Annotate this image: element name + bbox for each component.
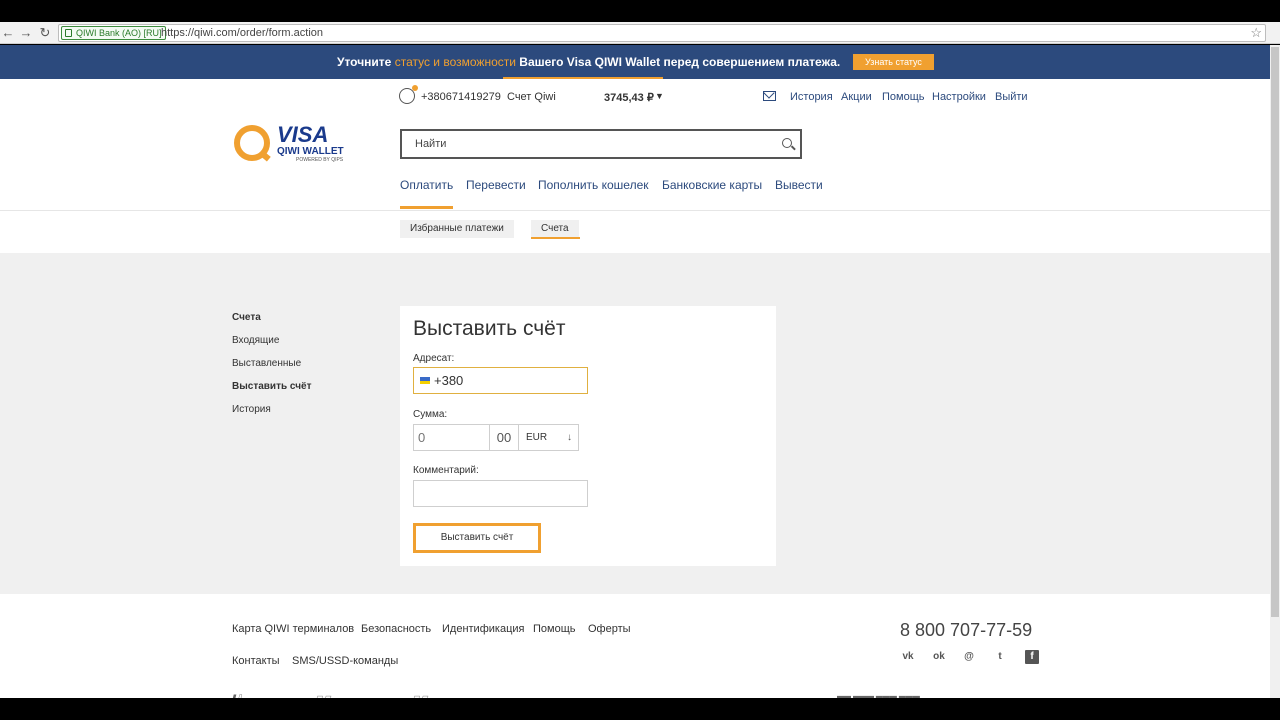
- subtab-active-indicator: [531, 237, 580, 239]
- chevron-down-icon[interactable]: ▼: [655, 91, 664, 101]
- toplink-help[interactable]: Помощь: [882, 91, 925, 103]
- sidebar-heading[interactable]: Счета: [232, 312, 261, 323]
- scrollbar-thumb[interactable]: [1271, 47, 1279, 617]
- secure-label: QIWI Bank (AO) [RU]: [76, 28, 162, 38]
- footer-link-help[interactable]: Помощь: [533, 623, 576, 635]
- secure-badge[interactable]: QIWI Bank (AO) [RU]: [61, 26, 166, 40]
- sidebar-item-create-invoice[interactable]: Выставить счёт: [232, 381, 311, 392]
- url-text[interactable]: https://qiwi.com/order/form.action: [161, 26, 323, 41]
- mail-icon[interactable]: [763, 91, 776, 101]
- logo-visa-text: VISA: [277, 122, 329, 147]
- footer-link-security[interactable]: Безопасность: [361, 623, 431, 635]
- logo-wallet-text: QIWI WALLET: [277, 146, 344, 157]
- page: Уточните статус и возможности Вашего Vis…: [0, 45, 1270, 698]
- user-avatar-icon[interactable]: [399, 85, 418, 104]
- amount-input[interactable]: [418, 425, 486, 450]
- qiwi-logo[interactable]: VISA QIWI WALLET POWERED BY QIPS: [234, 122, 354, 170]
- status-banner: Уточните статус и возможности Вашего Vis…: [0, 45, 1270, 79]
- banner-text: Уточните статус и возможности Вашего Vis…: [337, 55, 840, 69]
- qiwi-q-icon: [234, 125, 270, 161]
- nav-active-indicator: [400, 206, 453, 209]
- footer-link-identification[interactable]: Идентификация: [442, 623, 524, 635]
- nav-withdraw[interactable]: Вывести: [775, 178, 823, 192]
- star-icon[interactable]: ☆: [1250, 25, 1262, 41]
- cents-input[interactable]: 00: [489, 424, 519, 451]
- subtab-invoices[interactable]: Счета: [531, 220, 579, 238]
- support-phone[interactable]: 8 800 707-77-59: [900, 620, 1032, 641]
- back-arrow-icon[interactable]: ←: [1, 25, 15, 41]
- recipient-label: Адресат:: [413, 353, 455, 364]
- search-input[interactable]: [402, 131, 772, 157]
- page-scrollbar[interactable]: [1270, 45, 1280, 698]
- footer-link-offers[interactable]: Оферты: [588, 623, 631, 635]
- footer-link-sms-ussd[interactable]: SMS/USSD-команды: [292, 655, 398, 667]
- nav-divider: [0, 210, 1270, 211]
- currency-select[interactable]: EUR ↓: [518, 424, 579, 451]
- nav-bank-cards[interactable]: Банковские карты: [662, 178, 762, 192]
- logo-powered-text: POWERED BY QIPS: [296, 157, 344, 163]
- nav-pay[interactable]: Оплатить: [400, 178, 453, 192]
- vk-icon[interactable]: vk: [901, 650, 915, 664]
- nav-topup[interactable]: Пополнить кошелек: [538, 178, 649, 192]
- screen: ← → ↻ QIWI Bank (AO) [RU] https://qiwi.c…: [0, 0, 1280, 720]
- mailru-icon[interactable]: @: [962, 650, 976, 664]
- nav-transfer[interactable]: Перевести: [466, 178, 526, 192]
- banner-status-link[interactable]: статус и возможности: [395, 55, 516, 69]
- banner-accent-line: [503, 77, 663, 79]
- footer-link-contacts[interactable]: Контакты: [232, 655, 280, 667]
- letterbox-bottom: [0, 698, 1280, 720]
- amount-label: Сумма:: [413, 409, 448, 420]
- search-icon[interactable]: [782, 138, 792, 148]
- sidebar-item-issued[interactable]: Выставленные: [232, 358, 301, 369]
- chevron-down-icon: ↓: [567, 432, 572, 443]
- form-title: Выставить счёт: [413, 317, 566, 340]
- address-bar[interactable]: QIWI Bank (AO) [RU] https://qiwi.com/ord…: [58, 24, 1266, 42]
- facebook-icon[interactable]: f: [1025, 650, 1039, 664]
- forward-arrow-icon[interactable]: →: [19, 25, 33, 41]
- sidebar-item-history[interactable]: История: [232, 404, 271, 415]
- banner-text-before: Уточните: [337, 55, 395, 69]
- comment-field: [413, 480, 588, 507]
- recipient-input[interactable]: [434, 368, 584, 393]
- odnoklassniki-icon[interactable]: ok: [932, 650, 946, 664]
- check-status-button[interactable]: Узнать статус: [853, 54, 934, 70]
- toplink-history[interactable]: История: [790, 91, 833, 103]
- banner-text-after: Вашего Visa QIWI Wallet перед совершение…: [515, 55, 841, 69]
- sidebar-item-incoming[interactable]: Входящие: [232, 335, 279, 346]
- balance-value[interactable]: 3745,43 ₽: [604, 91, 654, 104]
- search-box: [400, 129, 802, 159]
- user-bar: +380671419279 Счет Qiwi 3745,43 ₽ ▼ Исто…: [0, 85, 1270, 109]
- footer-link-terminals-map[interactable]: Карта QIWI терминалов: [232, 623, 354, 635]
- comment-input[interactable]: [418, 481, 583, 506]
- account-label: Счет Qiwi: [507, 91, 556, 103]
- browser-toolbar: ← → ↻ QIWI Bank (AO) [RU] https://qiwi.c…: [0, 22, 1280, 44]
- currency-value: EUR: [526, 432, 548, 443]
- recipient-field: [413, 367, 588, 394]
- invoice-form: Выставить счёт Адресат: Сумма: 00 EUR ↓ …: [400, 306, 776, 566]
- user-phone[interactable]: +380671419279: [421, 91, 501, 103]
- toplink-logout[interactable]: Выйти: [995, 91, 1028, 103]
- ukraine-flag-icon[interactable]: [420, 377, 430, 384]
- reload-icon[interactable]: ↻: [38, 25, 52, 41]
- toplink-settings[interactable]: Настройки: [932, 91, 986, 103]
- subtab-favorites[interactable]: Избранные платежи: [400, 220, 514, 238]
- twitter-icon[interactable]: t: [993, 650, 1007, 664]
- lock-icon: [65, 29, 72, 37]
- amount-field: [413, 424, 490, 451]
- toplink-promotions[interactable]: Акции: [841, 91, 872, 103]
- letterbox-top: [0, 0, 1280, 22]
- comment-label: Комментарий:: [413, 465, 479, 476]
- submit-invoice-button[interactable]: Выставить счёт: [413, 523, 541, 553]
